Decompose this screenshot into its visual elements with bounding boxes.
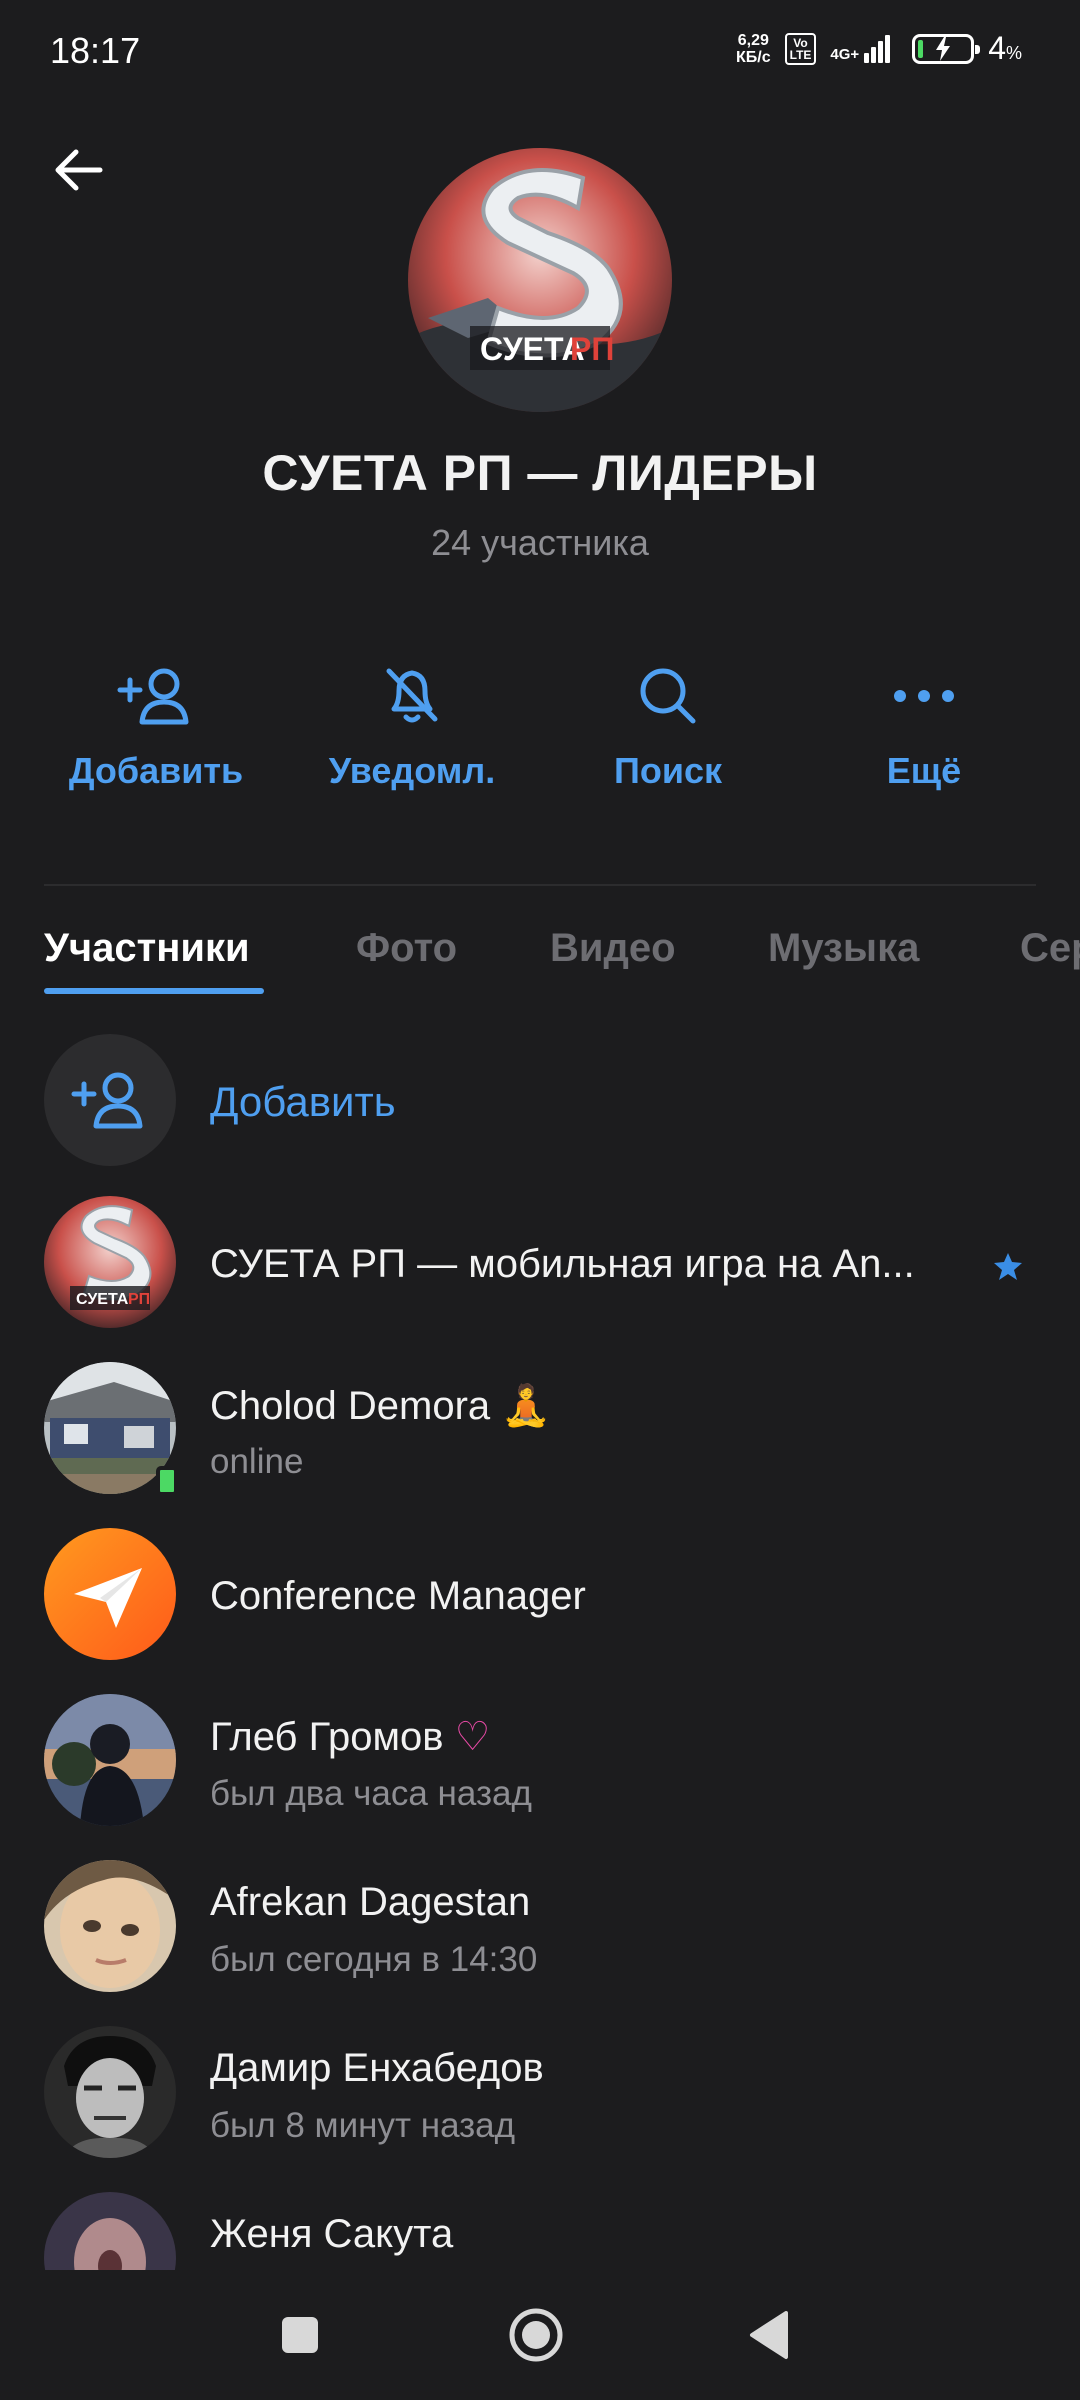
action-bar: Добавить Уведомл. Поиск Ещё — [0, 652, 1080, 802]
member-status: online — [210, 1442, 304, 1481]
list-item[interactable]: Женя Сакута — [0, 2192, 1080, 2270]
status-time: 18:17 — [50, 30, 141, 71]
add-member-avatar — [44, 1034, 176, 1166]
add-member-button[interactable]: Добавить — [36, 652, 276, 792]
emoji-status: ♡ — [454, 1715, 491, 1759]
list-item[interactable]: Cholod Demora 🧘 online — [0, 1362, 1080, 1502]
member-status: был два часа назад — [210, 1774, 532, 1813]
home-circle-icon — [509, 2308, 563, 2362]
recents-button[interactable] — [260, 2300, 340, 2370]
list-item[interactable]: Conference Manager — [0, 1528, 1080, 1668]
add-member-row[interactable]: Добавить — [0, 1030, 1080, 1170]
notifications-button[interactable]: Уведомл. — [292, 652, 532, 792]
back-button[interactable] — [40, 140, 116, 200]
group-title: СУЕТА РП — ЛИДЕРЫ — [262, 445, 818, 501]
member-name: Женя Сакута — [210, 2212, 454, 2256]
avatar: СУЕТА РП — [44, 1196, 176, 1328]
volte-icon: Vo LTE — [784, 32, 817, 65]
arrow-left-icon — [55, 149, 103, 191]
member-status: был 8 минут назад — [210, 2106, 516, 2145]
members-list: Добавить СУЕТА РП СУЕТА РП — мобильная и… — [0, 1030, 1080, 2270]
add-user-icon — [117, 668, 189, 725]
svg-text:СУЕТА: СУЕТА — [76, 1291, 129, 1308]
svg-text:СУЕТА: СУЕТА — [480, 331, 585, 367]
tab-members[interactable]: Участники — [44, 926, 250, 971]
list-item[interactable]: СУЕТА РП СУЕТА РП — мобильная игра на An… — [0, 1196, 1080, 1336]
avatar — [44, 1860, 176, 1992]
list-item[interactable]: Дамир Енхабедов был 8 минут назад — [0, 2026, 1080, 2166]
active-tab-indicator — [44, 988, 264, 994]
member-name: Afrekan Dagestan — [210, 1880, 531, 1924]
network-speed: 6,29 КБ/с — [736, 31, 771, 66]
battery-percent: 4% — [988, 30, 1022, 66]
member-name: Глеб Громов ♡ — [210, 1715, 491, 1759]
tab-music[interactable]: Музыка — [768, 926, 919, 971]
svg-text:РП: РП — [570, 331, 614, 367]
member-name: Conference Manager — [210, 1574, 586, 1618]
media-tabs: Участники Фото Видео Музыка Сер — [0, 926, 1080, 998]
list-item[interactable]: Afrekan Dagestan был сегодня в 14:30 — [0, 1860, 1080, 2000]
status-icons: 6,29 КБ/с Vo LTE 4G+ 4% — [736, 30, 1022, 67]
avatar — [44, 1528, 176, 1660]
system-nav-bar — [0, 2270, 1080, 2400]
online-indicator — [156, 1466, 178, 1496]
battery-icon — [912, 33, 981, 64]
search-icon — [640, 668, 696, 724]
svg-text:РП: РП — [128, 1291, 150, 1308]
tab-videos[interactable]: Видео — [550, 926, 676, 971]
tab-more-cut[interactable]: Сер — [1020, 926, 1080, 971]
star-icon — [994, 1253, 1022, 1280]
member-name: СУЕТА РП — мобильная игра на An... — [210, 1242, 915, 1286]
emoji-status: 🧘 — [501, 1384, 552, 1428]
more-button[interactable]: Ещё — [804, 652, 1044, 792]
triangle-back-icon — [750, 2311, 788, 2359]
search-button[interactable]: Поиск — [548, 652, 788, 792]
tab-photos[interactable]: Фото — [356, 926, 457, 971]
member-name: Дамир Енхабедов — [210, 2046, 544, 2090]
avatar — [44, 2192, 176, 2270]
screen: 18:17 6,29 КБ/с Vo LTE 4G+ 4% СУЕТА РП С… — [0, 0, 1080, 2400]
status-bar: 18:17 6,29 КБ/с Vo LTE 4G+ 4% — [0, 0, 1080, 104]
list-item[interactable]: Глеб Громов ♡ был два часа назад — [0, 1694, 1080, 1834]
divider — [44, 884, 1036, 886]
back-nav-button[interactable] — [730, 2300, 810, 2370]
group-avatar[interactable]: СУЕТА РП — [408, 148, 672, 412]
add-member-label: Добавить — [210, 1078, 396, 1125]
add-user-icon — [71, 1072, 143, 1129]
bell-off-icon — [386, 668, 438, 723]
member-name: Cholod Demora 🧘 — [210, 1384, 552, 1428]
member-status: был сегодня в 14:30 — [210, 1940, 538, 1979]
more-icon — [894, 690, 954, 702]
avatar — [44, 2026, 176, 2158]
member-count: 24 участника — [431, 522, 649, 563]
avatar — [44, 1694, 176, 1826]
home-button[interactable] — [496, 2300, 576, 2370]
square-icon — [282, 2317, 318, 2353]
signal-icon: 4G+ — [830, 34, 891, 63]
